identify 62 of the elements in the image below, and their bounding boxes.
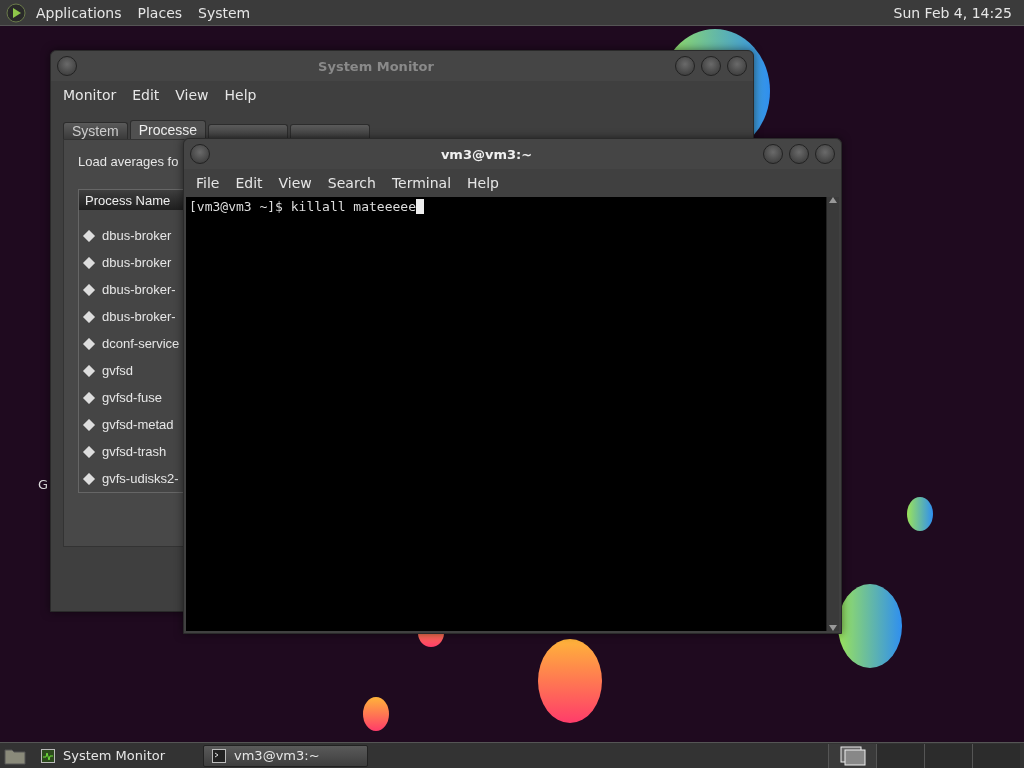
diamond-icon — [83, 283, 95, 296]
terminal-icon — [212, 748, 226, 763]
terminal-line: [vm3@vm3 ~]$ killall mateeeee — [189, 199, 416, 214]
maximize-button[interactable] — [701, 56, 721, 76]
menu-item[interactable]: Edit — [227, 173, 271, 193]
window-menu-button[interactable] — [190, 144, 210, 164]
down-arrow-icon — [829, 625, 837, 631]
desktop-icon-label: G — [38, 477, 49, 492]
process-name: dbus-broker- — [102, 282, 176, 297]
scrollbar[interactable] — [826, 197, 839, 631]
column-header[interactable]: Process Name — [79, 190, 185, 210]
process-name: dbus-broker — [102, 228, 172, 243]
process-name: gvfsd-fuse — [102, 390, 162, 405]
load-averages-text: Load averages fo — [78, 154, 180, 169]
process-name: gvfsd-trash — [102, 444, 167, 459]
menu-item[interactable]: Search — [319, 173, 384, 193]
menu-logo-icon — [6, 2, 26, 23]
close-button[interactable] — [727, 56, 747, 76]
menu-item[interactable]: Terminal — [383, 173, 460, 193]
diamond-icon — [83, 391, 95, 404]
task-button[interactable]: vm3@vm3:~ — [203, 744, 368, 767]
maximize-button[interactable] — [789, 144, 809, 164]
process-name: gvfs-udisks2- — [102, 471, 179, 486]
clock[interactable]: Sun Feb 4, 14:25 — [887, 4, 1018, 21]
close-button[interactable] — [815, 144, 835, 164]
show-desktop-icon[interactable] — [4, 746, 26, 765]
window-menu-button[interactable] — [57, 56, 77, 76]
diamond-icon — [83, 445, 95, 458]
text-cursor — [416, 199, 424, 214]
menu-item[interactable]: View — [167, 85, 217, 105]
process-name: dbus-broker — [102, 255, 172, 270]
menu-item[interactable]: File — [188, 173, 228, 193]
window-title: vm3@vm3:~ — [439, 146, 534, 162]
menu-item[interactable]: Help — [216, 85, 265, 105]
diamond-icon — [83, 418, 95, 431]
up-arrow-icon — [829, 197, 837, 203]
diamond-icon — [83, 472, 95, 485]
tab[interactable]: Processe — [129, 120, 207, 139]
diamond-icon — [83, 229, 95, 242]
diamond-icon — [83, 337, 95, 350]
monitor-icon — [41, 748, 55, 763]
tab[interactable]: System — [63, 122, 128, 139]
menu-item[interactable]: Help — [459, 173, 507, 193]
workspace-button[interactable] — [828, 743, 876, 768]
task-button[interactable]: System Monitor — [32, 744, 197, 767]
panel-menu[interactable]: Applications — [30, 2, 128, 23]
diamond-icon — [83, 310, 95, 323]
panel-menu[interactable]: Places — [131, 2, 189, 23]
process-name: dconf-service — [102, 336, 180, 351]
minimize-button[interactable] — [763, 144, 783, 164]
diamond-icon — [83, 364, 95, 377]
diamond-icon — [83, 256, 95, 269]
process-name: gvfsd — [102, 363, 134, 378]
panel-menu[interactable]: System — [192, 2, 257, 23]
process-name: gvfsd-metad — [102, 417, 174, 432]
window-title: System Monitor — [317, 58, 435, 74]
process-name: dbus-broker- — [102, 309, 176, 324]
menu-item[interactable]: Monitor — [55, 85, 125, 105]
window-thumbnail-icon — [839, 745, 866, 766]
menu-item[interactable]: Edit — [124, 85, 168, 105]
menu-item[interactable]: View — [270, 173, 320, 193]
minimize-button[interactable] — [675, 56, 695, 76]
